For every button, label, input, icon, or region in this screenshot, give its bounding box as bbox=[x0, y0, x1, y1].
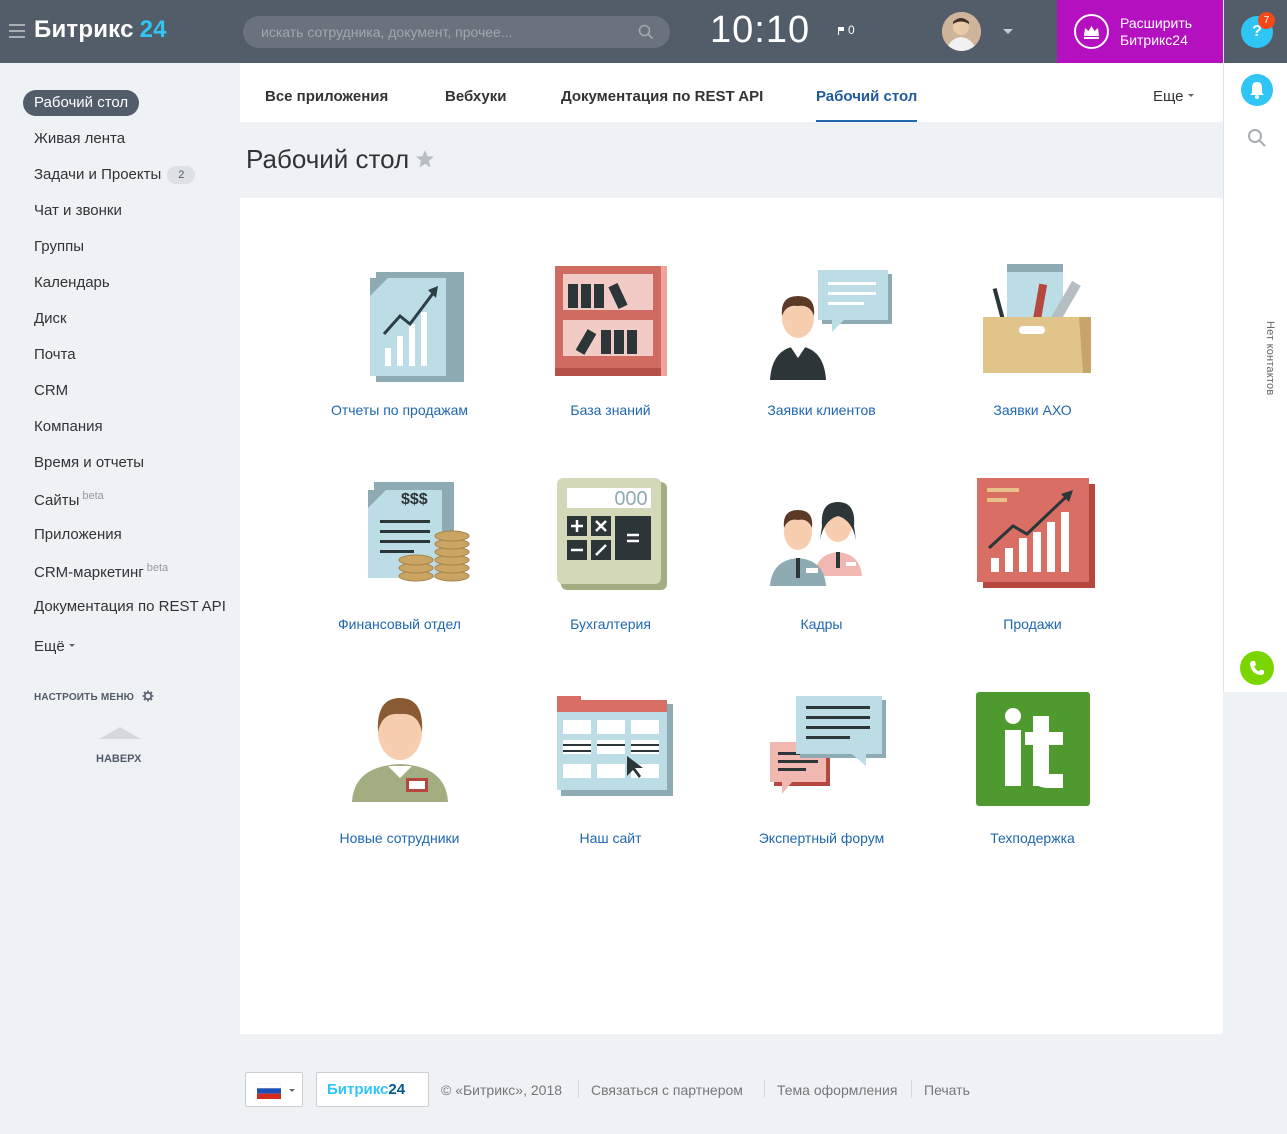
sidebar-item-desktop[interactable]: Рабочий стол bbox=[23, 90, 140, 116]
tab-all-apps[interactable]: Все приложения bbox=[265, 88, 388, 105]
svg-text:000: 000 bbox=[614, 488, 647, 510]
sidebar-more[interactable]: Ещё bbox=[34, 638, 75, 655]
knowledge-base-icon bbox=[554, 266, 667, 376]
app-sales[interactable]: Продажи bbox=[927, 476, 1138, 632]
contacts-search-icon[interactable] bbox=[1247, 128, 1267, 148]
sidebar-item-apps[interactable]: Приложения bbox=[34, 526, 122, 543]
sidebar-item-mail[interactable]: Почта bbox=[34, 346, 76, 363]
sidebar-item-disk[interactable]: Диск bbox=[34, 310, 67, 327]
contact-partner-link[interactable]: Связаться с партнером bbox=[591, 1082, 743, 1098]
app-accounting[interactable]: 000 Бухгалтерия bbox=[505, 476, 716, 632]
sidebar-item-tasks[interactable]: Задачи и Проекты 2 bbox=[34, 166, 196, 184]
tab-desktop[interactable]: Рабочий стол bbox=[816, 88, 918, 122]
search-box bbox=[243, 16, 670, 48]
tabs-more[interactable]: Еще bbox=[1153, 88, 1194, 105]
app-aho-requests[interactable]: Заявки АХО bbox=[927, 262, 1138, 418]
sidebar-item-chat[interactable]: Чат и звонки bbox=[34, 202, 122, 219]
phone-icon[interactable] bbox=[1240, 651, 1274, 685]
theme-link[interactable]: Тема оформления bbox=[777, 1082, 897, 1098]
scroll-up-button[interactable]: НАВЕРХ bbox=[96, 753, 141, 765]
app-hr[interactable]: Кадры bbox=[716, 476, 927, 632]
favorite-star-icon[interactable] bbox=[415, 149, 435, 169]
sidebar-item-company[interactable]: Компания bbox=[34, 418, 103, 435]
footer-divider bbox=[578, 1080, 579, 1098]
sidebar-item-crm-marketing[interactable]: CRM-маркетинг beta bbox=[34, 562, 168, 581]
no-contacts-label: Нет контактов bbox=[1264, 321, 1276, 396]
right-rail: ? 7 Нет контактов bbox=[1223, 0, 1287, 692]
chevron-down-icon bbox=[289, 1089, 295, 1092]
rail-top: ? 7 bbox=[1224, 0, 1287, 63]
app-logo[interactable]: Битрикс 24 bbox=[34, 16, 167, 44]
flag-icon bbox=[838, 27, 844, 35]
flag-counter[interactable]: 0 bbox=[838, 23, 855, 37]
upgrade-button[interactable]: Расширить Битрикс24 bbox=[1057, 0, 1223, 63]
russia-flag-icon bbox=[257, 1083, 281, 1099]
sidebar-item-time-reports[interactable]: Время и отчеты bbox=[34, 454, 144, 471]
sidebar-item-rest-docs[interactable]: Документация по REST API bbox=[34, 598, 226, 615]
top-header: Битрикс24 10:10 0 РасширитьБитрикс24 bbox=[0, 0, 1223, 63]
hr-icon bbox=[769, 502, 862, 586]
app-it-support[interactable]: Техподержка bbox=[927, 690, 1138, 846]
new-employee-icon bbox=[351, 698, 448, 802]
app-our-site[interactable]: Наш сайт bbox=[505, 690, 716, 846]
sidebar-item-live-feed[interactable]: Живая лента bbox=[34, 130, 125, 147]
app-new-employees[interactable]: Новые сотрудники bbox=[294, 690, 505, 846]
calculator-icon: 000 bbox=[556, 478, 667, 590]
search-icon[interactable] bbox=[638, 24, 654, 40]
sidebar-item-groups[interactable]: Группы bbox=[34, 238, 84, 255]
app-client-requests[interactable]: Заявки клиентов bbox=[716, 262, 927, 418]
user-photo-icon bbox=[942, 12, 981, 51]
finance-icon: $$$ bbox=[367, 482, 469, 582]
app-sales-reports[interactable]: Отчеты по продажам bbox=[294, 262, 505, 418]
user-avatar[interactable] bbox=[942, 12, 981, 51]
footer-divider bbox=[911, 1080, 912, 1098]
footer-divider bbox=[764, 1080, 765, 1098]
app-knowledge-base[interactable]: База знаний bbox=[505, 262, 716, 418]
tab-rest-docs[interactable]: Документация по REST API bbox=[561, 88, 763, 105]
tasks-counter-badge: 2 bbox=[167, 166, 196, 184]
sidebar-item-sites[interactable]: Сайты beta bbox=[34, 490, 104, 509]
website-icon bbox=[556, 696, 673, 796]
svg-text:$$$: $$$ bbox=[401, 491, 428, 508]
it-support-icon bbox=[975, 692, 1090, 806]
scroll-up-arrow-icon[interactable] bbox=[99, 727, 141, 739]
menu-burger-icon[interactable] bbox=[9, 24, 25, 38]
upgrade-label: Расширить Битрикс24 bbox=[1120, 15, 1193, 48]
chevron-down-icon bbox=[1187, 94, 1194, 97]
flag-count-value: 0 bbox=[848, 23, 855, 37]
sales-report-icon bbox=[369, 272, 464, 382]
sales-icon bbox=[976, 478, 1095, 588]
chevron-down-icon bbox=[68, 644, 75, 647]
forum-icon bbox=[769, 696, 886, 794]
page-title: Рабочий стол bbox=[246, 144, 435, 175]
print-link[interactable]: Печать bbox=[924, 1082, 970, 1098]
sidebar-item-crm[interactable]: CRM bbox=[34, 382, 68, 399]
configure-menu-button[interactable]: НАСТРОИТЬ МЕНЮ bbox=[34, 690, 154, 703]
app-expert-forum[interactable]: Экспертный форум bbox=[716, 690, 927, 846]
gear-icon bbox=[142, 690, 154, 702]
client-requests-icon bbox=[769, 270, 892, 380]
notifications-bell-icon[interactable] bbox=[1241, 74, 1273, 106]
crown-icon bbox=[1074, 14, 1109, 49]
footer-logo[interactable]: Битрикс24 bbox=[316, 1072, 429, 1107]
search-input[interactable] bbox=[261, 23, 621, 41]
app-tabs: Все приложения Вебхуки Документация по R… bbox=[240, 63, 1223, 122]
user-menu-caret-icon[interactable] bbox=[1003, 29, 1013, 34]
language-selector[interactable] bbox=[245, 1072, 303, 1107]
apps-grid: Отчеты по продажам База знаний Заявки кл… bbox=[240, 198, 1223, 1034]
app-finance[interactable]: $$$ Финансовый отдел bbox=[294, 476, 505, 632]
sidebar-item-calendar[interactable]: Календарь bbox=[34, 274, 110, 291]
beta-badge: beta bbox=[82, 490, 104, 502]
aho-requests-icon bbox=[982, 264, 1091, 373]
help-badge: 7 bbox=[1258, 12, 1275, 29]
beta-badge: beta bbox=[146, 562, 169, 574]
tab-webhooks[interactable]: Вебхуки bbox=[445, 88, 506, 105]
copyright: © «Битрикс», 2018 bbox=[441, 1082, 563, 1098]
clock[interactable]: 10:10 bbox=[710, 9, 810, 52]
